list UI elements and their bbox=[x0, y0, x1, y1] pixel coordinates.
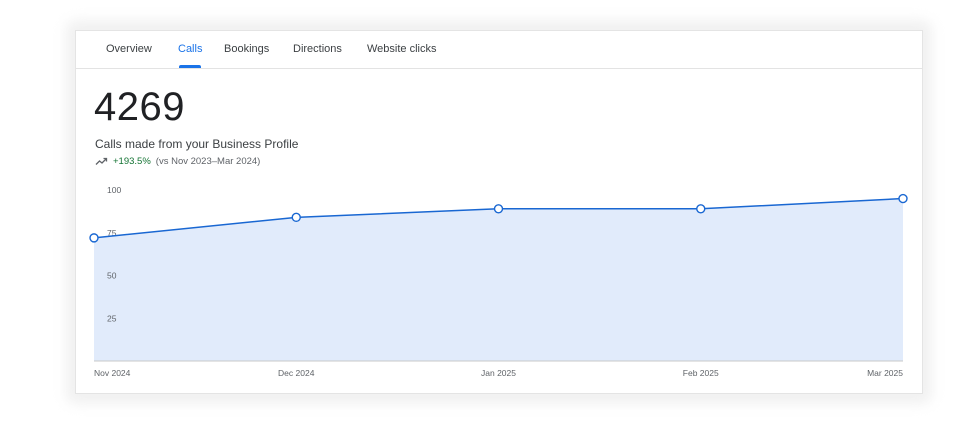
y-tick-label: 100 bbox=[107, 185, 121, 195]
data-point bbox=[89, 233, 99, 243]
x-tick-label: Nov 2024 bbox=[94, 368, 131, 378]
x-tick-label: Dec 2024 bbox=[278, 368, 315, 378]
data-point bbox=[493, 204, 504, 214]
y-tick-label: 50 bbox=[107, 271, 117, 281]
x-tick-label: Mar 2025 bbox=[867, 368, 903, 378]
data-point bbox=[291, 212, 301, 223]
data-point bbox=[898, 193, 908, 204]
area-fill bbox=[94, 198, 903, 361]
calls-chart: 100755025Nov 2024 Dec 2024 Jan 2025 Feb 202… bbox=[89, 185, 908, 378]
x-tick-label: Feb 2025 bbox=[683, 368, 719, 378]
x-tick-label: Jan 2025 bbox=[481, 368, 516, 378]
y-tick-label: 25 bbox=[107, 313, 117, 323]
performance-card: Overview Calls Bookings Directions Websi… bbox=[76, 31, 922, 393]
data-point bbox=[696, 204, 706, 214]
